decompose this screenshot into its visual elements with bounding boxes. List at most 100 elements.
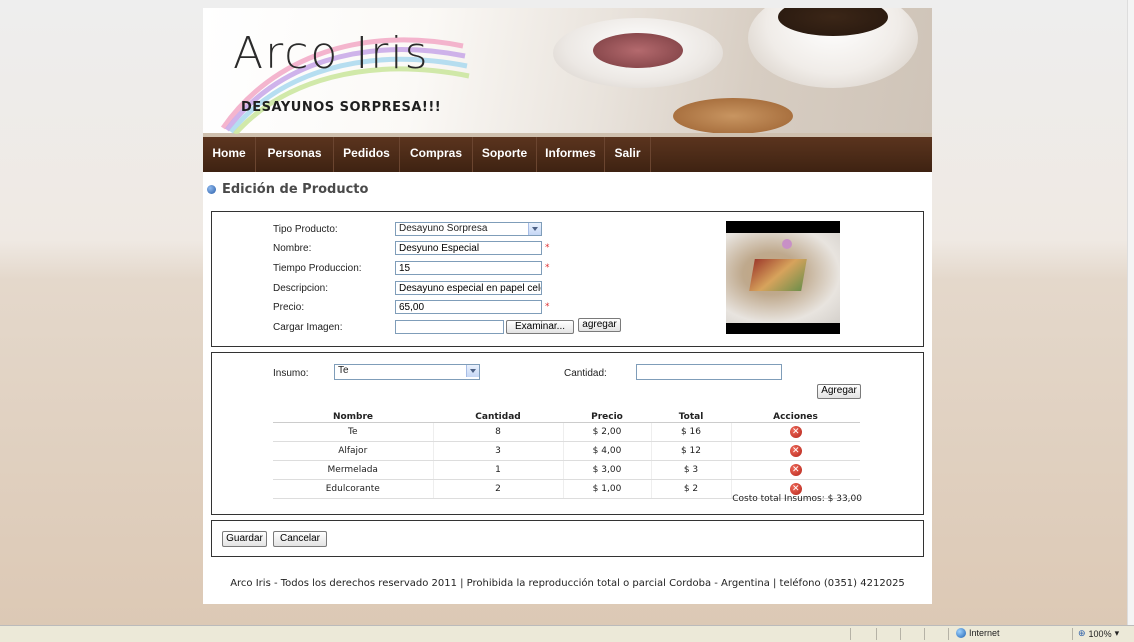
total-insumos-text: Costo total Insumos: $ 33,00 bbox=[732, 494, 862, 504]
cell-precio: $ 2,00 bbox=[562, 422, 651, 442]
cell-cantidad: 8 bbox=[432, 422, 563, 442]
cantidad-label: Cantidad: bbox=[564, 368, 607, 379]
status-bar: Internet ⊕ 100% ▾ bbox=[0, 625, 1134, 642]
actions-panel: Guardar Cancelar bbox=[211, 520, 924, 557]
page-container: Arco Iris DESAYUNOS SORPRESA!!! Home Per… bbox=[203, 8, 932, 604]
globe-icon bbox=[956, 628, 966, 638]
status-divider bbox=[948, 628, 949, 640]
insumos-table: Nombre Cantidad Precio Total Acciones Te… bbox=[273, 411, 860, 499]
cell-nombre: Edulcorante bbox=[273, 479, 433, 499]
cell-precio: $ 1,00 bbox=[562, 479, 651, 499]
page-title: Edición de Producto bbox=[222, 182, 369, 197]
column-header-acciones: Acciones bbox=[731, 411, 860, 423]
required-mark: * bbox=[545, 302, 550, 312]
insumos-panel: Insumo: Te Cantidad: Agregar Nombre Cant… bbox=[211, 352, 924, 515]
cell-cantidad: 1 bbox=[432, 460, 563, 480]
insumo-label: Insumo: bbox=[273, 368, 309, 379]
nav-salir[interactable]: Salir bbox=[605, 137, 651, 172]
nav-soporte[interactable]: Soporte bbox=[473, 137, 537, 172]
vertical-scrollbar[interactable] bbox=[1127, 0, 1134, 626]
table-header-row: Nombre Cantidad Precio Total Acciones bbox=[273, 411, 860, 423]
required-mark: * bbox=[545, 243, 550, 253]
logo-title: Arco Iris bbox=[233, 28, 430, 79]
logo: Arco Iris DESAYUNOS SORPRESA!!! bbox=[213, 16, 483, 134]
precio-label: Precio: bbox=[273, 302, 305, 313]
header-banner: Arco Iris DESAYUNOS SORPRESA!!! bbox=[203, 8, 932, 137]
header-photo-jam bbox=[593, 33, 683, 68]
chevron-down-icon[interactable] bbox=[466, 365, 479, 377]
status-divider bbox=[1072, 628, 1073, 640]
descripcion-label: Descripcion: bbox=[273, 283, 329, 294]
zone-label: Internet bbox=[969, 628, 1000, 638]
cell-total: $ 12 bbox=[650, 441, 731, 461]
status-divider bbox=[924, 628, 925, 640]
chevron-down-icon[interactable]: ▾ bbox=[1115, 628, 1120, 639]
cell-nombre: Te bbox=[273, 422, 433, 442]
logo-subtitle: DESAYUNOS SORPRESA!!! bbox=[241, 100, 442, 115]
cell-acciones: ✕ bbox=[730, 460, 860, 480]
delete-icon[interactable]: ✕ bbox=[789, 426, 802, 438]
cell-cantidad: 2 bbox=[432, 479, 563, 499]
browse-button[interactable]: Examinar... bbox=[506, 320, 574, 334]
insumo-select-value: Te bbox=[338, 365, 349, 376]
nombre-field[interactable]: Desyuno Especial bbox=[395, 241, 542, 255]
cell-cantidad: 3 bbox=[432, 441, 563, 461]
zoom-control[interactable]: ⊕ 100% ▾ bbox=[1078, 628, 1119, 639]
header-photo-croissant bbox=[673, 98, 793, 134]
tipo-select-value: Desayuno Sorpresa bbox=[399, 223, 488, 234]
status-divider bbox=[850, 628, 851, 640]
nav-personas[interactable]: Personas bbox=[256, 137, 334, 172]
column-header-precio: Precio bbox=[563, 411, 651, 423]
cell-total: $ 3 bbox=[650, 460, 731, 480]
cancel-button[interactable]: Cancelar bbox=[273, 531, 327, 547]
tiempo-label: Tiempo Produccion: bbox=[273, 263, 362, 274]
chevron-down-icon[interactable] bbox=[528, 223, 541, 235]
delete-icon[interactable]: ✕ bbox=[789, 464, 802, 476]
table-row: Alfajor 3 $ 4,00 $ 12 ✕ bbox=[273, 441, 860, 461]
add-image-button[interactable]: agregar bbox=[578, 318, 621, 332]
security-zone[interactable]: Internet bbox=[956, 628, 1000, 638]
cell-total: $ 2 bbox=[650, 479, 731, 499]
column-header-total: Total bbox=[651, 411, 731, 423]
cell-precio: $ 4,00 bbox=[562, 441, 651, 461]
status-divider bbox=[900, 628, 901, 640]
column-header-cantidad: Cantidad bbox=[433, 411, 563, 423]
add-insumo-button[interactable]: Agregar bbox=[817, 384, 861, 399]
status-divider bbox=[876, 628, 877, 640]
tipo-select[interactable]: Desayuno Sorpresa bbox=[395, 222, 542, 236]
table-row: Te 8 $ 2,00 $ 16 ✕ bbox=[273, 422, 860, 442]
product-form-panel: Tipo Producto: Desayuno Sorpresa Nombre:… bbox=[211, 211, 924, 347]
save-button[interactable]: Guardar bbox=[222, 531, 267, 547]
imagen-label: Cargar Imagen: bbox=[273, 322, 343, 333]
product-photo-flower bbox=[782, 239, 792, 249]
table-row: Mermelada 1 $ 3,00 $ 3 ✕ bbox=[273, 460, 860, 480]
nombre-label: Nombre: bbox=[273, 243, 312, 254]
required-mark: * bbox=[545, 263, 550, 273]
imagen-field[interactable] bbox=[395, 320, 504, 334]
nav-pedidos[interactable]: Pedidos bbox=[334, 137, 400, 172]
tiempo-field[interactable]: 15 bbox=[395, 261, 542, 275]
cantidad-field[interactable] bbox=[636, 364, 782, 380]
column-header-nombre: Nombre bbox=[273, 411, 433, 423]
cell-acciones: ✕ bbox=[730, 422, 860, 442]
tipo-label: Tipo Producto: bbox=[273, 224, 338, 235]
main-nav: Home Personas Pedidos Compras Soporte In… bbox=[203, 137, 932, 172]
zoom-level: 100% bbox=[1088, 628, 1112, 639]
cell-precio: $ 3,00 bbox=[562, 460, 651, 480]
cell-acciones: ✕ bbox=[730, 441, 860, 461]
descripcion-field[interactable]: Desayuno especial en papel celofan bbox=[395, 281, 542, 295]
product-photo-tray bbox=[749, 259, 807, 291]
cell-nombre: Mermelada bbox=[273, 460, 433, 480]
precio-field[interactable]: 65,00 bbox=[395, 300, 542, 314]
nav-home[interactable]: Home bbox=[203, 137, 256, 172]
nav-compras[interactable]: Compras bbox=[400, 137, 473, 172]
cell-nombre: Alfajor bbox=[273, 441, 433, 461]
nav-informes[interactable]: Informes bbox=[537, 137, 605, 172]
product-image bbox=[726, 221, 840, 334]
zoom-icon: ⊕ bbox=[1078, 628, 1086, 638]
bullet-icon bbox=[207, 185, 216, 194]
delete-icon[interactable]: ✕ bbox=[789, 445, 802, 457]
insumo-select[interactable]: Te bbox=[334, 364, 480, 380]
cell-total: $ 16 bbox=[650, 422, 731, 442]
footer-text: Arco Iris - Todos los derechos reservado… bbox=[230, 578, 905, 589]
